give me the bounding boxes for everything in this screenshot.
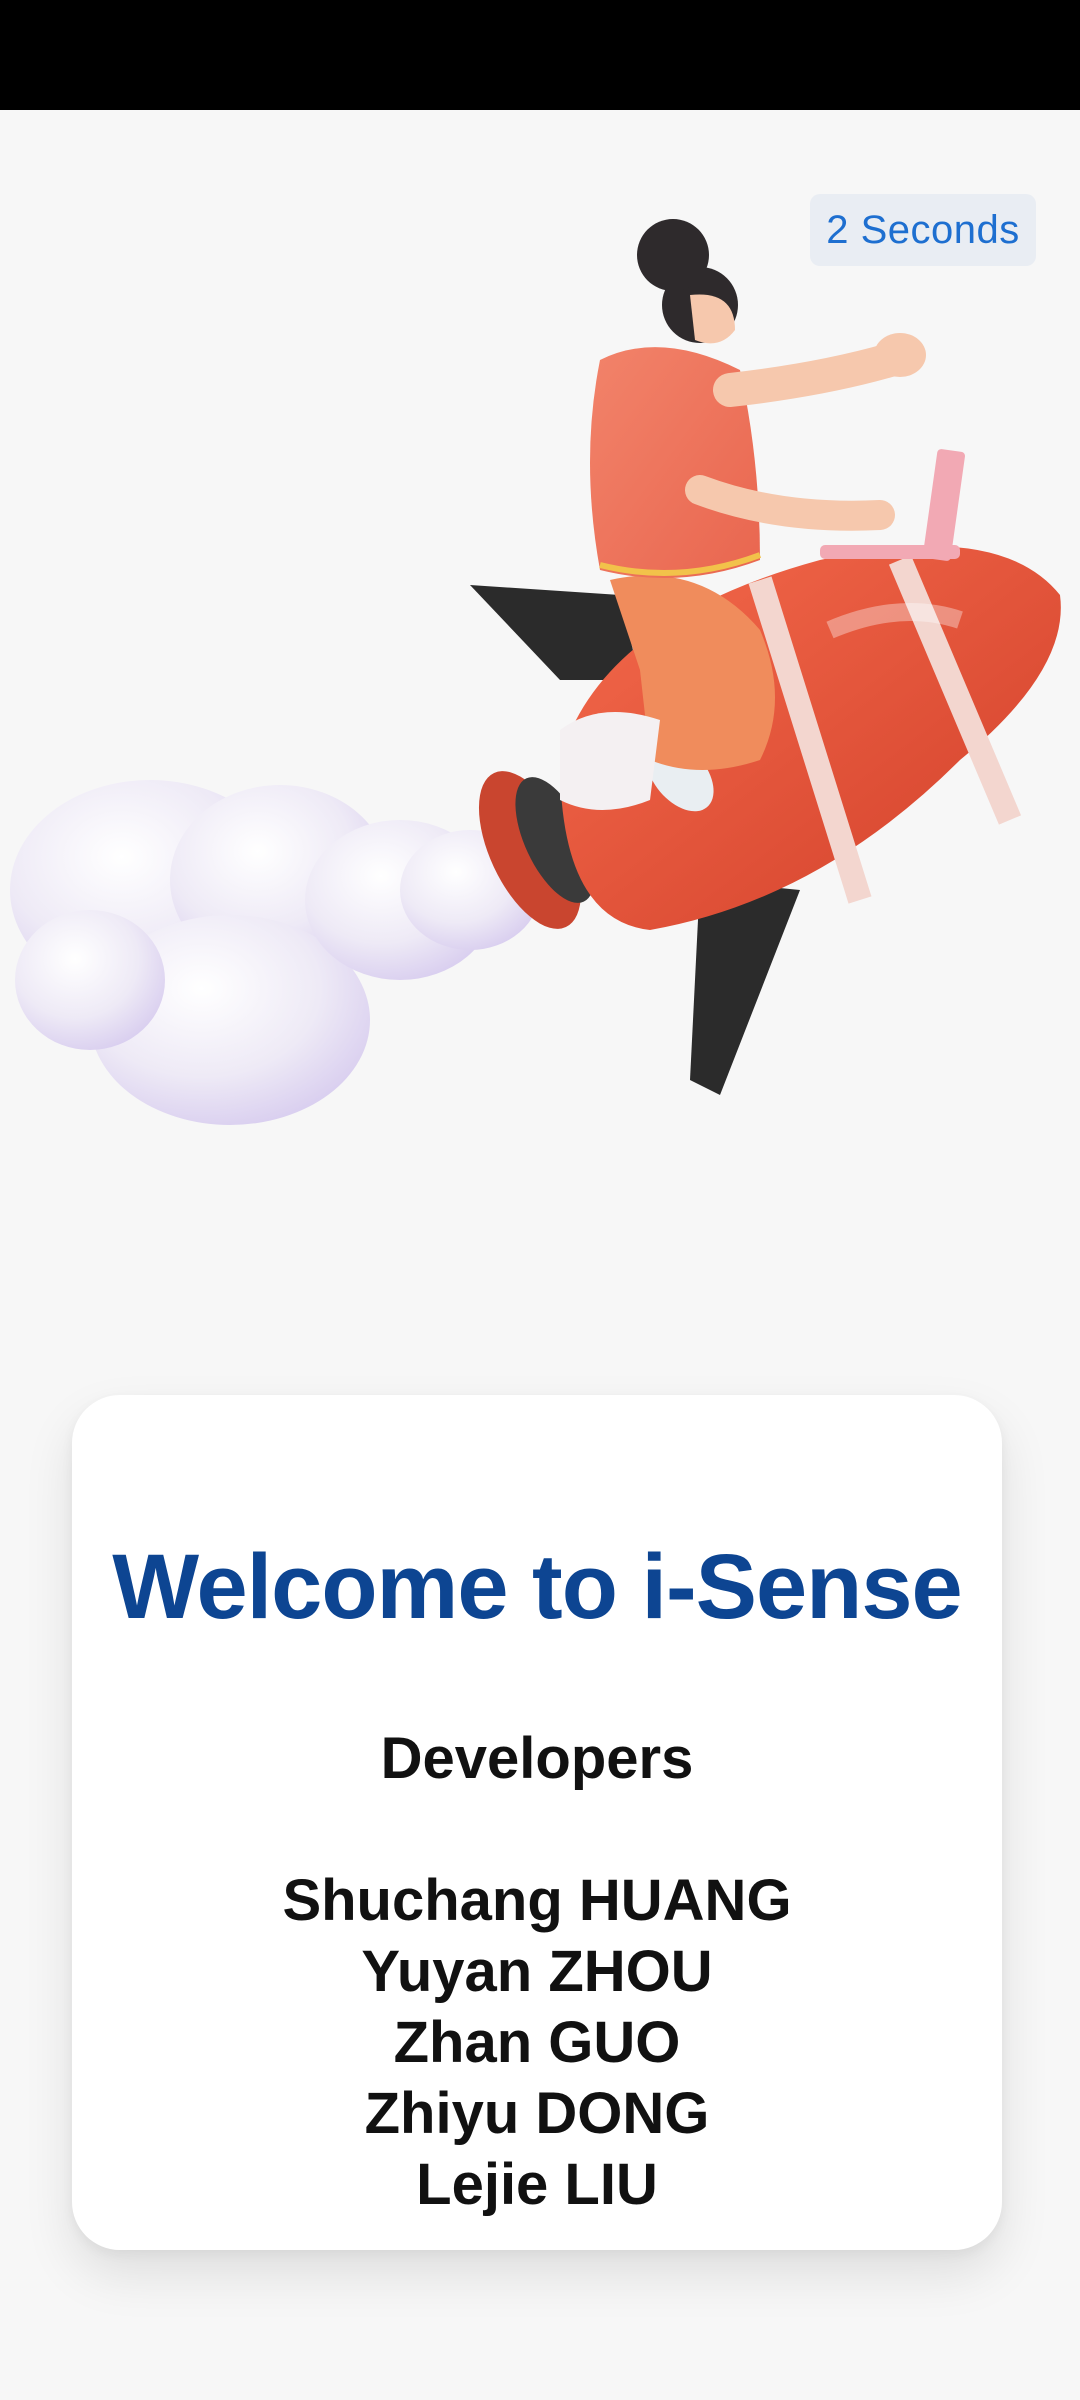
- welcome-card: Welcome to i-Sense Developers Shuchang H…: [72, 1395, 1002, 2250]
- status-bar: [0, 0, 1080, 110]
- cloud-exhaust: [10, 780, 540, 1125]
- rocket-top-fin: [470, 585, 640, 680]
- developer-name: Lejie LIU: [416, 2152, 658, 2217]
- welcome-title: Welcome to i-Sense: [112, 1536, 962, 1638]
- developers-heading: Developers: [380, 1726, 694, 1791]
- developer-name: Shuchang HUANG: [282, 1868, 792, 1933]
- developer-name: Zhan GUO: [393, 2010, 681, 2075]
- developer-name: Yuyan ZHOU: [361, 1939, 713, 2004]
- rocket-rider-illustration: [10, 219, 1061, 1125]
- developer-list: Shuchang HUANG Yuyan ZHOU Zhan GUO Zhiyu…: [72, 1865, 1002, 2220]
- developer-name: Zhiyu DONG: [364, 2081, 710, 2146]
